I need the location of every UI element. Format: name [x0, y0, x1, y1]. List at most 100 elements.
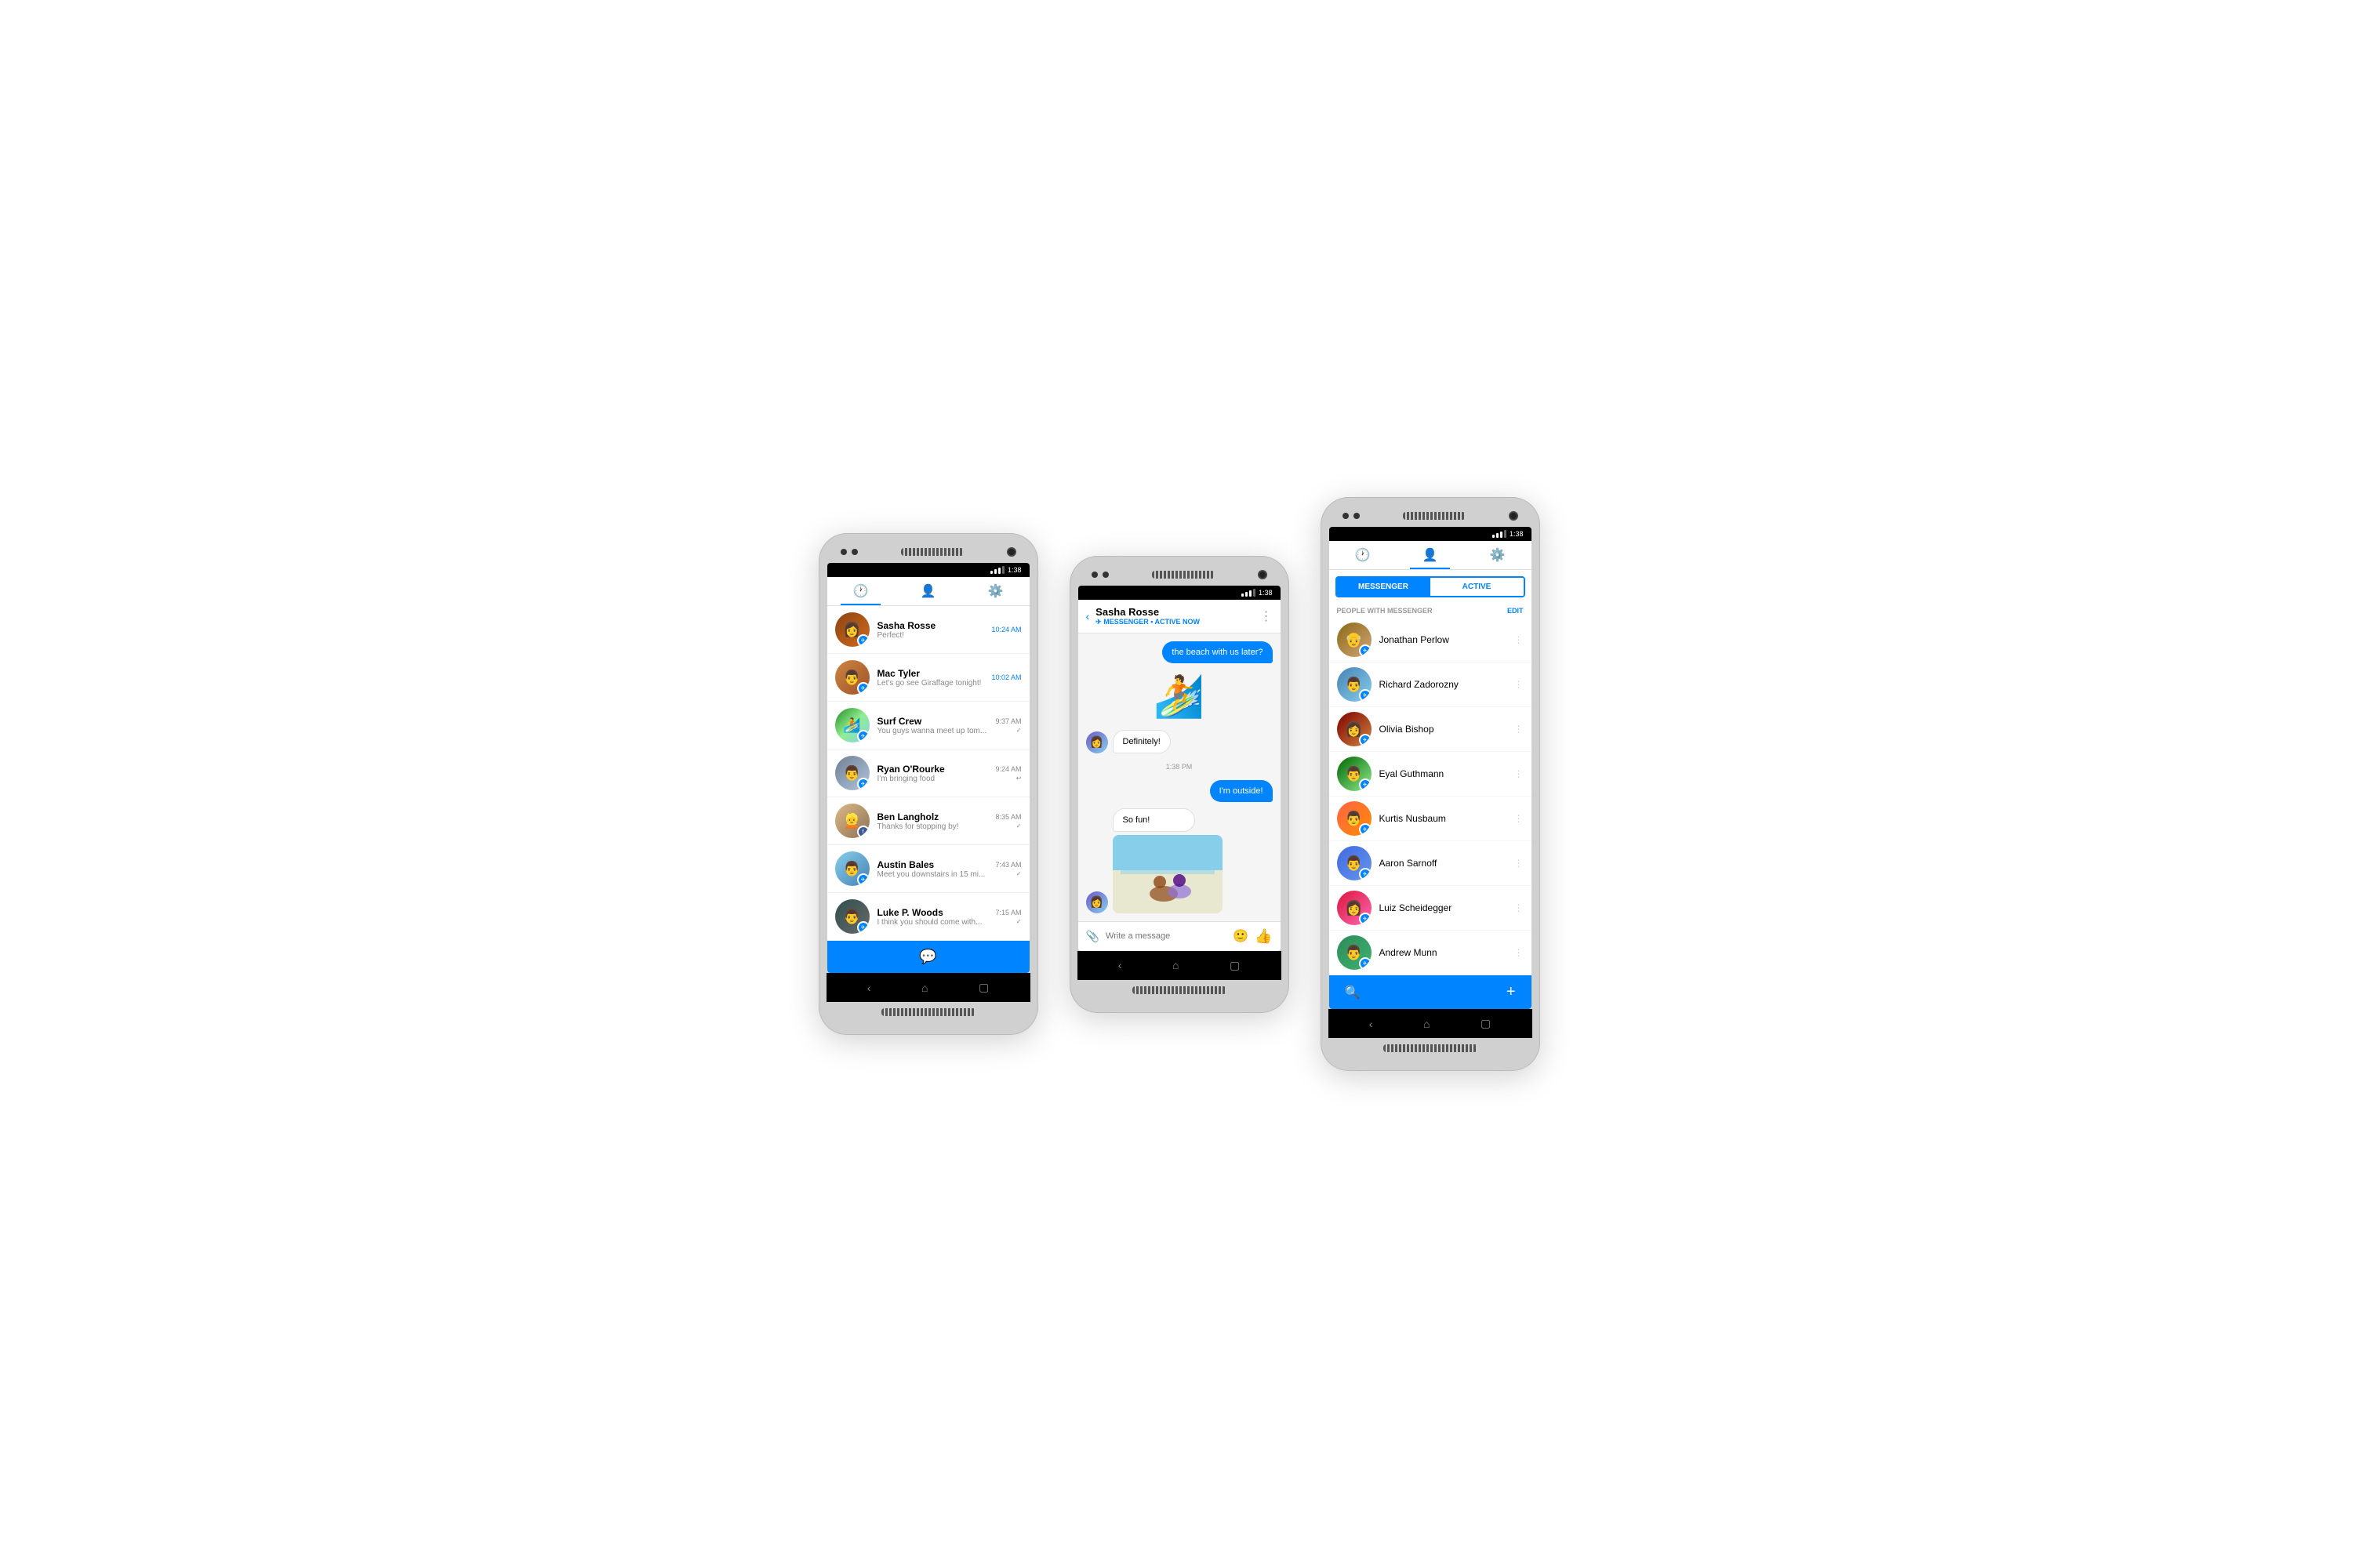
add-person-button[interactable]: +: [1506, 983, 1516, 1001]
msg-name-surf: Surf Crew: [877, 716, 988, 727]
phone-camera-2: [1258, 570, 1267, 579]
message-input[interactable]: [1106, 931, 1226, 941]
recents-button-1[interactable]: ▢: [979, 981, 989, 994]
phone-speaker-3: [1403, 512, 1466, 520]
status-time-1: 1:38: [1008, 566, 1022, 574]
status-bar-1: 1:38: [827, 563, 1030, 577]
chat-back-button[interactable]: ‹: [1086, 610, 1090, 622]
dot-4: [1103, 572, 1109, 578]
list-item[interactable]: 👱 f Ben Langholz Thanks for stopping by!…: [827, 797, 1030, 845]
message-list: 👩 ✈ Sasha Rosse Perfect! 10:24 AM 👨 ✈ Ma…: [827, 606, 1030, 941]
edit-button[interactable]: EDIT: [1507, 607, 1524, 615]
list-item[interactable]: 👩 ✈ Olivia Bishop ⋮: [1329, 707, 1531, 752]
back-button-2[interactable]: ‹: [1118, 959, 1122, 971]
bubble-wrap-right-1: the beach with us later?: [1086, 641, 1273, 663]
gear-icon-3: ⚙️: [1490, 547, 1506, 563]
more-icon-jonathan[interactable]: ⋮: [1514, 634, 1524, 645]
attach-icon[interactable]: 📎: [1086, 930, 1099, 943]
tab-people[interactable]: 👤: [895, 583, 962, 605]
dot-6: [1353, 513, 1360, 519]
more-icon-andrew[interactable]: ⋮: [1514, 947, 1524, 958]
bubble-wrap-right-2: I'm outside!: [1086, 780, 1273, 802]
list-item[interactable]: 👨 ✈ Richard Zadorozny ⋮: [1329, 662, 1531, 707]
badge-luiz: ✈: [1359, 913, 1372, 925]
badge-messenger-luke: ✈: [857, 921, 870, 934]
badge-messenger-austin: ✈: [857, 873, 870, 886]
list-item[interactable]: 🏄 ✈ Surf Crew You guys wanna meet up tom…: [827, 702, 1030, 750]
list-item[interactable]: 👨 ✈ Ryan O'Rourke I'm bringing food 9:24…: [827, 750, 1030, 797]
list-item[interactable]: 👩 ✈ Sasha Rosse Perfect! 10:24 AM: [827, 606, 1030, 654]
clock-icon: 🕐: [853, 583, 869, 599]
msg-name-ryan: Ryan O'Rourke: [877, 764, 988, 775]
avatar-luiz: 👩 ✈: [1337, 891, 1372, 925]
tab-active[interactable]: ACTIVE: [1430, 578, 1524, 596]
back-button-1[interactable]: ‹: [867, 982, 871, 994]
app-tabs-1: 🕐 👤 ⚙️: [827, 577, 1030, 606]
home-button-2[interactable]: ⌂: [1172, 959, 1179, 971]
badge-olivia: ✈: [1359, 734, 1372, 746]
list-item[interactable]: 👨 ✈ Aaron Sarnoff ⋮: [1329, 841, 1531, 886]
list-item[interactable]: 👨 ✈ Eyal Guthmann ⋮: [1329, 752, 1531, 797]
avatar-kurtis: 👨 ✈: [1337, 801, 1372, 836]
more-icon-kurtis[interactable]: ⋮: [1514, 813, 1524, 824]
msg-name-luke: Luke P. Woods: [877, 907, 988, 918]
more-icon-aaron[interactable]: ⋮: [1514, 858, 1524, 869]
status-time-2: 1:38: [1259, 589, 1273, 597]
more-icon-luiz[interactable]: ⋮: [1514, 902, 1524, 913]
person-name-richard: Richard Zadorozny: [1379, 679, 1506, 690]
bottom-bar-people: 🔍 +: [1329, 975, 1531, 1009]
avatar-ryan: 👨 ✈: [835, 756, 870, 790]
emoji-button[interactable]: 🙂: [1233, 928, 1248, 944]
avatar-surf: 🏄 ✈: [835, 708, 870, 742]
list-item[interactable]: 👩 ✈ Luiz Scheidegger ⋮: [1329, 886, 1531, 931]
back-button-3[interactable]: ‹: [1369, 1018, 1373, 1030]
home-button-3[interactable]: ⌂: [1423, 1018, 1430, 1030]
msg-meta-luke: 7:15 AM ✓: [995, 909, 1021, 925]
avatar-mac: 👨 ✈: [835, 660, 870, 695]
list-item[interactable]: 👴 ✈ Jonathan Perlow ⋮: [1329, 618, 1531, 662]
recents-button-3[interactable]: ▢: [1481, 1017, 1491, 1030]
bar2: [994, 569, 997, 574]
more-icon-olivia[interactable]: ⋮: [1514, 724, 1524, 735]
bubble-left-1: Definitely!: [1113, 730, 1171, 753]
avatar-jonathan: 👴 ✈: [1337, 622, 1372, 657]
badge-eyal: ✈: [1359, 779, 1372, 791]
recents-button-2[interactable]: ▢: [1230, 959, 1240, 972]
msg-meta-ben: 8:35 AM ✓: [995, 813, 1021, 829]
bottom-speaker-1: [881, 1008, 976, 1016]
msg-preview-ryan: I'm bringing food: [877, 775, 988, 783]
search-button[interactable]: 🔍: [1345, 985, 1361, 1000]
list-item[interactable]: 👨 ✈ Mac Tyler Let's go see Giraffage ton…: [827, 654, 1030, 702]
avatar-sasha-chat2: 👩: [1086, 891, 1108, 913]
chat-more-button[interactable]: ⋮: [1260, 608, 1273, 624]
tab-recents-3[interactable]: 🕐: [1329, 547, 1397, 569]
person-name-luiz: Luiz Scheidegger: [1379, 902, 1506, 913]
list-item[interactable]: 👨 ✈ Andrew Munn ⋮: [1329, 931, 1531, 975]
home-button-1[interactable]: ⌂: [921, 982, 928, 994]
more-icon-richard[interactable]: ⋮: [1514, 679, 1524, 690]
bubble-wrap-left-2: 👩 So fun!: [1086, 808, 1273, 913]
more-icon-eyal[interactable]: ⋮: [1514, 768, 1524, 779]
badge-messenger-ryan: ✈: [857, 778, 870, 790]
list-item[interactable]: 👨 ✈ Luke P. Woods I think you should com…: [827, 893, 1030, 941]
like-button[interactable]: 👍: [1255, 928, 1272, 945]
msg-content-sasha: Sasha Rosse Perfect!: [877, 620, 984, 640]
phone-top-1: [827, 543, 1030, 563]
avatar-richard: 👨 ✈: [1337, 667, 1372, 702]
tab-messenger[interactable]: MESSENGER: [1337, 578, 1430, 596]
list-item[interactable]: 👨 ✈ Austin Bales Meet you downstairs in …: [827, 845, 1030, 893]
chat-contact-name: Sasha Rosse: [1095, 606, 1253, 618]
phone-camera-3: [1509, 511, 1518, 521]
list-item[interactable]: 👨 ✈ Kurtis Nusbaum ⋮: [1329, 797, 1531, 841]
tab-settings[interactable]: ⚙️: [962, 583, 1030, 605]
msg-name-austin: Austin Bales: [877, 859, 988, 870]
msg-time-austin: 7:43 AM: [995, 861, 1021, 869]
phone-3: 1:38 🕐 👤 ⚙️ MESSENGER ACTIVE PEOPLE WITH…: [1321, 497, 1540, 1071]
tab-recents[interactable]: 🕐: [827, 583, 895, 605]
status-bar-3: 1:38: [1329, 527, 1531, 541]
signal-bars-3: [1492, 530, 1506, 538]
bottom-bar-compose[interactable]: 💬: [827, 941, 1030, 973]
tab-people-3[interactable]: 👤: [1397, 547, 1464, 569]
msg-meta-austin: 7:43 AM ✓: [995, 861, 1021, 877]
tab-settings-3[interactable]: ⚙️: [1464, 547, 1531, 569]
